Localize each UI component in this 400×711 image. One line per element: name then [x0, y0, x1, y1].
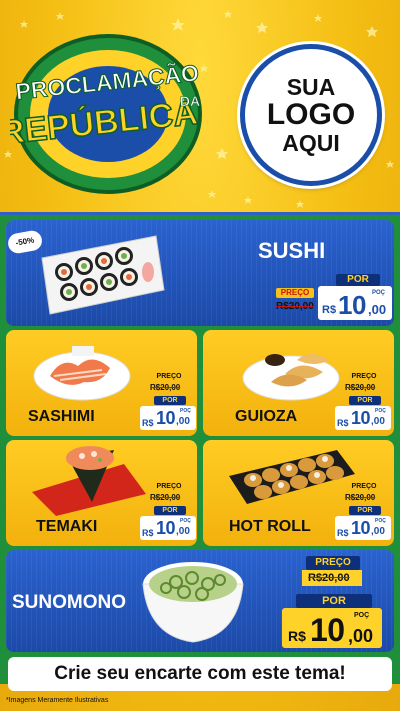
disclaimer-text: *Imagens Meramente Ilustrativas [6, 697, 109, 704]
sashimi-image [33, 346, 131, 401]
cta-banner[interactable]: Crie seu encarte com este tema! [8, 657, 392, 691]
menu-card-temaki[interactable]: TEMAKI PREÇO R$20,00 POR R$ 10 ,00 POÇ [6, 440, 197, 546]
price-box-temaki: PREÇO R$20,00 POR R$ 10 ,00 POÇ [140, 480, 196, 542]
menu-card-sunomono[interactable]: SUNOMONO PREÇO R$20,00 POR R$ 10 ,00 POÇ [6, 550, 394, 652]
sushi-platter-image [41, 235, 165, 315]
cta-text: Crie seu encarte com este tema! [54, 663, 346, 684]
menu-card-sushi[interactable]: SUSHI PREÇO R$20,00 POR R$ 10 ,00 POÇ [6, 220, 394, 326]
flyer-page: PROCLAMAÇÃO REPÚBLICA DA SUA LOGO AQUI S… [0, 0, 400, 711]
guioza-image [242, 354, 340, 401]
menu-card-hot-roll[interactable]: HOT ROLL PREÇO R$20,00 POR R$ 10 ,00 POÇ [203, 440, 394, 546]
menu-card-guioza[interactable]: GUIOZA PREÇO R$20,00 POR R$ 10 ,00 POÇ [203, 330, 394, 436]
sunomono-bowl-image [142, 562, 244, 643]
por-label: POR [336, 274, 380, 286]
proclamacao-republica-badge: PROCLAMAÇÃO REPÚBLICA DA [10, 34, 202, 194]
price-box-sashimi: PREÇO R$20,00 POR R$ 10 ,00 POÇ [140, 370, 196, 432]
logo-text-line1: SUA [286, 74, 336, 101]
item-name-guioza: GUIOZA [235, 408, 298, 425]
menu-card-sashimi[interactable]: SASHIMI PREÇO R$20,00 POR R$ 10 ,00 POÇ [6, 330, 197, 436]
price-box-guioza: PREÇO R$20,00 POR R$ 10 ,00 POÇ [335, 370, 391, 432]
logo-placeholder: SUA LOGO AQUI [240, 44, 382, 186]
price-box-sunomono: PREÇO R$20,00 POR R$ 10 ,00 POÇ [282, 554, 386, 650]
preco-label: PREÇO [276, 288, 314, 298]
item-name-sushi: SUSHI [258, 238, 326, 263]
item-name-sunomono: SUNOMONO [12, 592, 126, 613]
item-name-temaki: TEMAKI [36, 518, 98, 535]
temaki-image [32, 446, 146, 516]
logo-text-line3: AQUI [282, 129, 340, 156]
logo-text-line2: LOGO [266, 98, 356, 132]
title-da: DA [180, 93, 200, 109]
item-name-sashimi: SASHIMI [28, 408, 95, 425]
new-price-sushi: R$ 10 ,00 POÇ [318, 286, 392, 320]
price-box-sushi: PREÇO R$20,00 POR R$ 10 ,00 POÇ [276, 274, 392, 322]
price-box-hot-roll: PREÇO R$20,00 POR R$ 10 ,00 POÇ [335, 480, 391, 542]
old-price-sushi: R$20,00 [276, 301, 314, 312]
item-name-hot-roll: HOT ROLL [229, 518, 311, 535]
